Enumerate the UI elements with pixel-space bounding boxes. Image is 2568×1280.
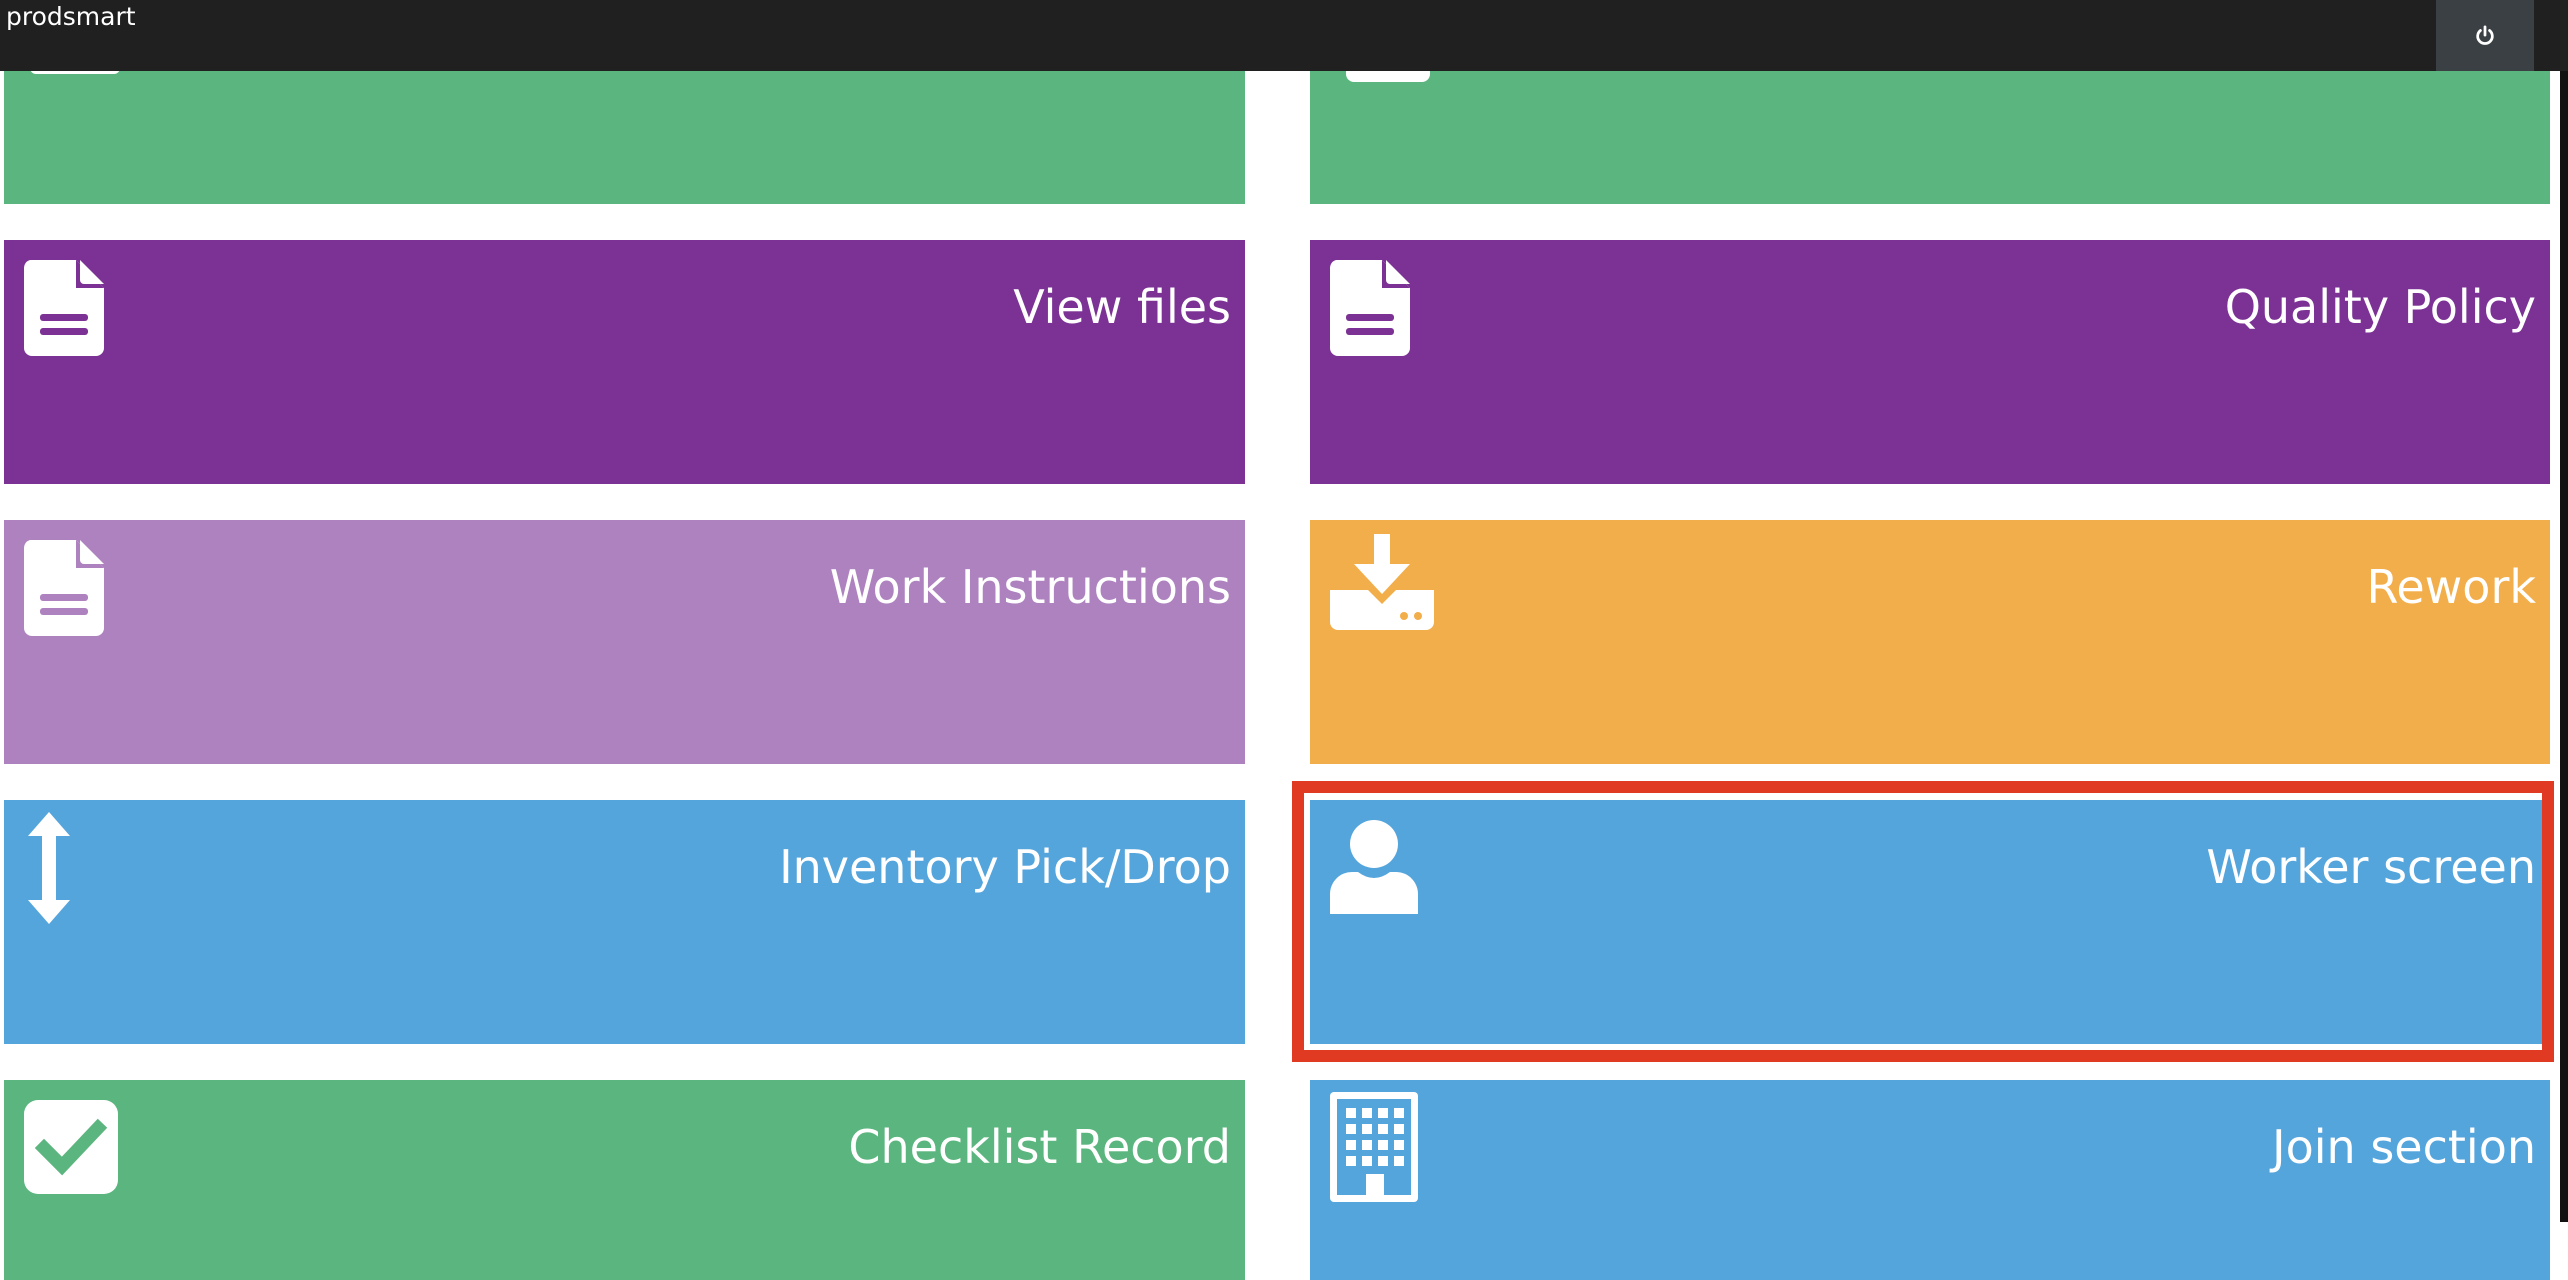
- tile-label: Work Instructions: [829, 560, 1231, 614]
- tile-work-instructions[interactable]: Work Instructions: [4, 520, 1245, 764]
- tile-label: Join section: [2272, 1120, 2536, 1174]
- tile-label: Rework: [2366, 560, 2536, 614]
- tile-worker-screen[interactable]: Worker screen: [1310, 800, 2550, 1044]
- window-edge: [2560, 71, 2568, 1222]
- brand-name: prodsmart: [6, 2, 136, 31]
- tile-join-section[interactable]: Join section: [1310, 1080, 2550, 1280]
- top-bar: prodsmart: [0, 0, 2568, 71]
- file-icon: [24, 540, 104, 636]
- tile-top-left[interactable]: [4, 60, 1245, 204]
- tile-view-files[interactable]: View files: [4, 240, 1245, 484]
- building-icon: [1330, 1092, 1418, 1202]
- power-button[interactable]: [2436, 0, 2534, 71]
- tile-rework[interactable]: Rework: [1310, 520, 2550, 764]
- file-icon: [24, 260, 104, 356]
- download-icon: [1330, 534, 1434, 630]
- tile-label: Inventory Pick/Drop: [779, 840, 1231, 894]
- tile-label: Checklist Record: [848, 1120, 1231, 1174]
- user-icon: [1330, 820, 1418, 914]
- tile-label: Worker screen: [2206, 840, 2536, 894]
- tile-label: View files: [1013, 280, 1231, 334]
- tile-checklist-record[interactable]: Checklist Record: [4, 1080, 1245, 1280]
- tile-top-right[interactable]: [1310, 60, 2550, 204]
- tile-quality-policy[interactable]: Quality Policy: [1310, 240, 2550, 484]
- checkbox-icon: [24, 1100, 118, 1194]
- power-icon: [2476, 24, 2494, 45]
- tile-inventory-pick-drop[interactable]: Inventory Pick/Drop: [4, 800, 1245, 1044]
- tile-label: Quality Policy: [2224, 280, 2536, 334]
- file-icon: [1330, 260, 1410, 356]
- vertical-arrows-icon: [28, 812, 70, 924]
